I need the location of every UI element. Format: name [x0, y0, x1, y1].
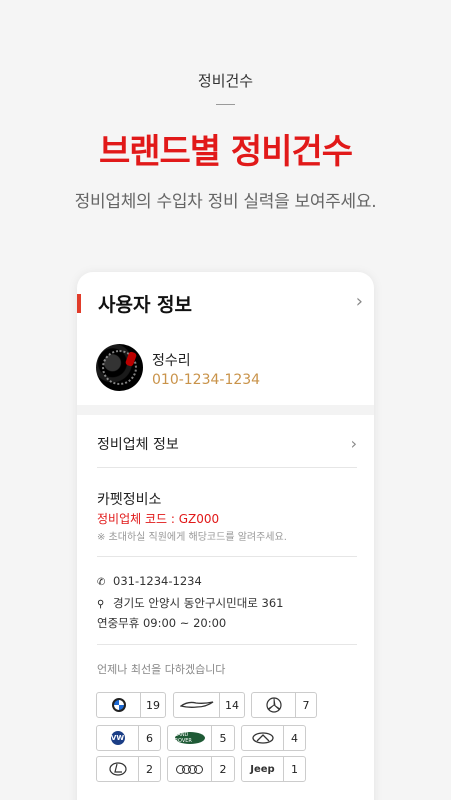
user-name: 정수리: [152, 353, 191, 369]
brand-item-audi: 2: [167, 756, 235, 782]
motto: 언제나 최선을 다하겠습니다: [97, 663, 226, 676]
jeep-logo-icon: Jeep: [242, 757, 284, 781]
mercedes-logo-icon: [252, 693, 296, 717]
brand-count: 6: [146, 731, 153, 745]
brand-item-jeep: Jeep 1: [241, 756, 306, 782]
land-rover-logo-icon: LAND ROVER: [168, 726, 212, 750]
user-info-card: 사용자 정보 › 정수리 010-1234-1234 정비업체 정보 › 카펫정…: [77, 272, 374, 800]
shop-hours: 연중무휴 09:00 ~ 20:00: [97, 616, 227, 630]
top-divider: [216, 104, 235, 105]
user-profile[interactable]: 정수리 010-1234-1234: [96, 344, 356, 394]
user-phone: 010-1234-1234: [152, 372, 261, 388]
accent-bar: [77, 294, 81, 313]
shop-info-row[interactable]: 정비업체 정보 ›: [97, 432, 357, 456]
brand-count: 7: [302, 698, 310, 712]
brand-count: 5: [219, 731, 227, 745]
brand-item-mercedes: 7: [251, 692, 317, 718]
audi-logo-icon: [168, 757, 212, 781]
shop-address: 경기도 안양시 동안구시민대로 361: [113, 596, 284, 610]
brand-item-infiniti: 4: [241, 725, 306, 751]
jaguar-logo-icon: [174, 693, 220, 717]
shop-phone: 031-1234-1234: [113, 574, 202, 588]
volkswagen-logo-icon: VW: [97, 726, 139, 750]
phone-icon: ✆: [97, 577, 106, 588]
brand-count: 4: [291, 731, 298, 745]
brand-item-bmw: 19: [96, 692, 166, 718]
bmw-logo-icon: [97, 693, 141, 717]
lexus-logo-icon: [97, 757, 139, 781]
divider: [97, 644, 357, 645]
brand-count: 19: [146, 698, 160, 712]
brand-item-volkswagen: VW 6: [96, 725, 161, 751]
top-label: 정비건수: [197, 72, 254, 90]
shop-code: 정비업체 코드 : GZ000: [97, 512, 220, 526]
brand-count: 14: [225, 698, 239, 712]
card-title: 사용자 정보: [98, 294, 193, 316]
shop-note: ※ 초대하실 직원에게 해당코드를 알려주세요.: [97, 532, 287, 543]
headline: 브랜드별 정비건수: [98, 132, 353, 172]
shop-address-line: ⚲ 경기도 안양시 동안구시민대로 361: [97, 595, 283, 611]
brand-count: 2: [146, 762, 153, 776]
brand-count: 2: [219, 762, 227, 776]
brand-count: 1: [291, 762, 298, 776]
chevron-right-icon[interactable]: ›: [356, 291, 363, 312]
brand-item-land-rover: LAND ROVER 5: [167, 725, 235, 751]
shop-info-label: 정비업체 정보: [97, 437, 179, 453]
section-separator: [77, 405, 374, 415]
chevron-right-icon[interactable]: ›: [351, 434, 357, 453]
shop-phone-line: ✆ 031-1234-1234: [97, 574, 202, 588]
location-pin-icon: ⚲: [97, 599, 105, 610]
subhead: 정비업체의 수입차 정비 실력을 보여주세요.: [74, 192, 377, 212]
divider: [97, 467, 357, 468]
brand-item-jaguar: 14: [173, 692, 245, 718]
infiniti-logo-icon: [242, 726, 284, 750]
shop-name: 카펫정비소: [97, 492, 162, 508]
divider: [97, 556, 357, 557]
avatar: [96, 344, 143, 391]
user-info-header[interactable]: 사용자 정보 ›: [77, 288, 374, 318]
brand-item-lexus: 2: [96, 756, 161, 782]
